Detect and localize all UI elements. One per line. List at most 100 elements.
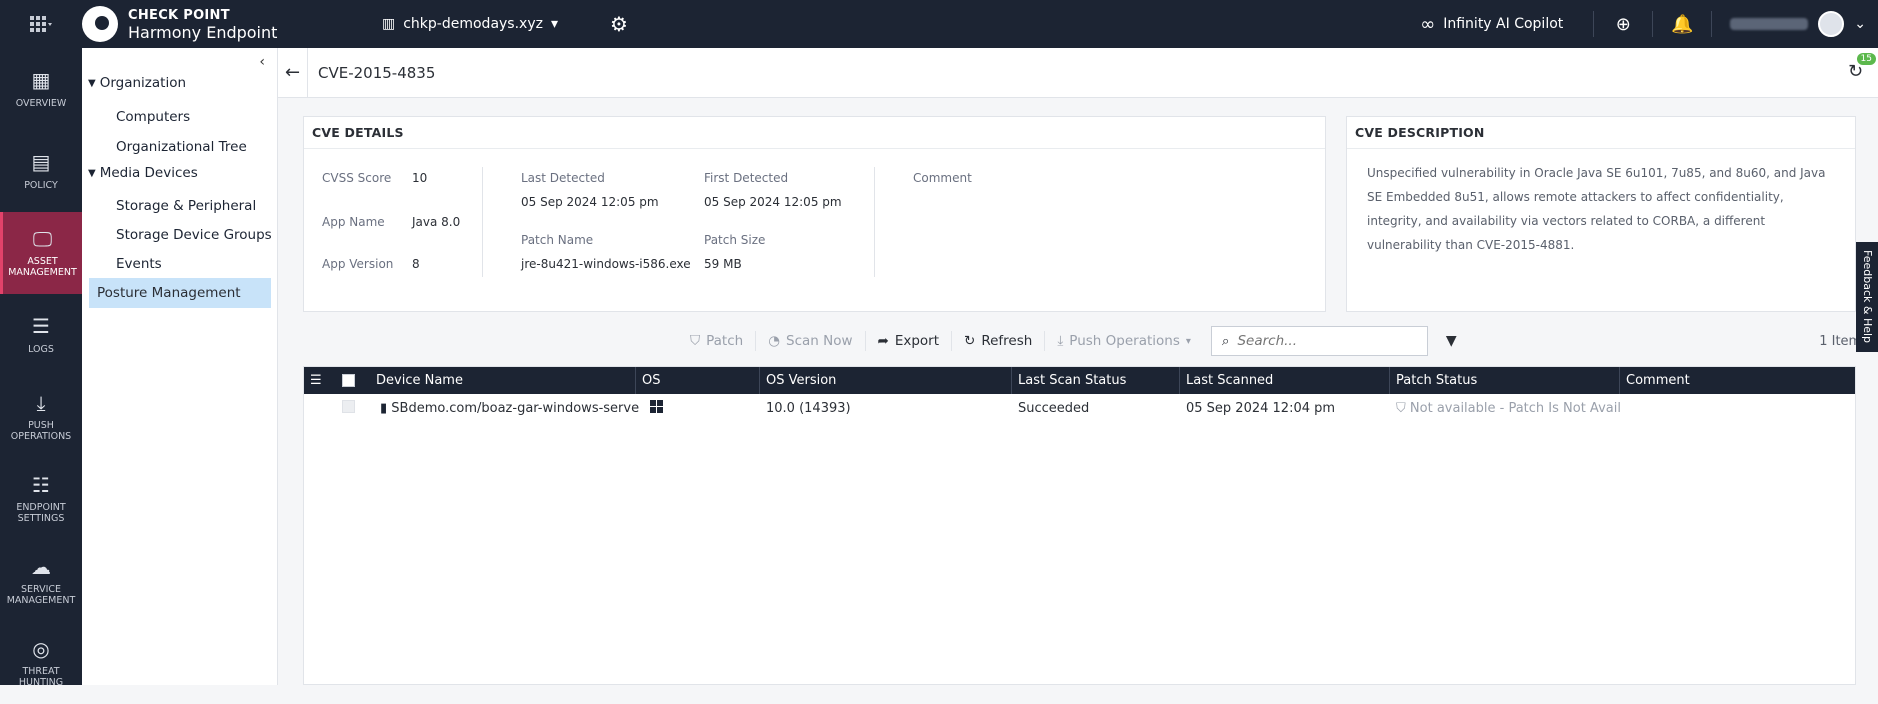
- cve-details-card: CVE DETAILS CVSS Score 10 App Name Java …: [303, 116, 1326, 312]
- os-version-cell: 10.0 (14393): [766, 401, 851, 416]
- patch-size-label: Patch Size: [704, 233, 766, 247]
- left-navigation-rail: ▦ OVERVIEW ▤ POLICY 🖵 ASSET MANAGEMENT ☰…: [0, 48, 82, 688]
- nav-label: SERVICE MANAGEMENT: [6, 584, 76, 606]
- download-icon: ⤓: [1057, 333, 1064, 349]
- column-menu-icon[interactable]: ☰: [304, 367, 334, 394]
- bookmark-icon: ▮: [380, 401, 388, 416]
- tree-item-computers[interactable]: Computers: [116, 109, 190, 125]
- nav-asset-management[interactable]: 🖵 ASSET MANAGEMENT: [0, 212, 82, 294]
- page-title: CVE-2015-4835: [318, 63, 436, 82]
- windows-icon: [644, 394, 768, 424]
- copilot-label: Infinity AI Copilot: [1443, 16, 1564, 32]
- cve-description-text: Unspecified vulnerability in Oracle Java…: [1367, 166, 1826, 252]
- user-menu[interactable]: ⌄: [1712, 11, 1878, 37]
- endpoint-settings-icon: ☷: [32, 472, 50, 497]
- search-box[interactable]: ⌕: [1210, 326, 1428, 356]
- asset-management-icon: 🖵: [32, 226, 53, 251]
- tree-item-organizational-tree[interactable]: Organizational Tree: [116, 139, 247, 155]
- patch-size-value: 59 MB: [704, 257, 742, 271]
- settings-gear-icon[interactable]: ⚙: [610, 12, 640, 36]
- app-version-value: 8: [412, 257, 420, 271]
- tasks-count-badge: 15: [1856, 52, 1876, 65]
- table-row[interactable]: ▮ SBdemo.com/boaz-gar-windows-server 10.…: [304, 394, 1855, 424]
- tree-label: Organization: [99, 75, 187, 91]
- table-header: ☰ Device Name OS OS Version Last Scan St…: [304, 367, 1855, 394]
- nav-logs[interactable]: ☰ LOGS: [0, 294, 82, 376]
- column-last-scanned[interactable]: Last Scanned: [1180, 367, 1390, 394]
- building-icon: ▥: [382, 16, 396, 32]
- collapse-panel-icon[interactable]: ‹: [259, 54, 265, 70]
- refresh-button[interactable]: ↻ Refresh: [952, 331, 1046, 351]
- app-launcher-icon[interactable]: [0, 0, 82, 48]
- select-all-checkbox[interactable]: [342, 374, 355, 387]
- tree-item-events[interactable]: Events: [116, 256, 162, 272]
- filter-icon[interactable]: ▼: [1446, 333, 1457, 349]
- overview-icon: ▦: [31, 68, 51, 92]
- expanded-caret-icon: ▼: [88, 167, 96, 179]
- export-button[interactable]: ➦ Export: [866, 331, 953, 351]
- tree-item-posture-management[interactable]: Posture Management: [89, 278, 271, 308]
- notifications-bell-icon[interactable]: 🔔: [1653, 14, 1711, 35]
- comment-cell: [1620, 394, 1856, 424]
- nav-threat-hunting[interactable]: ◎ THREAT HUNTING: [0, 622, 82, 704]
- tree-item-storage-device-groups[interactable]: Storage Device Groups: [116, 227, 272, 243]
- first-detected-label: First Detected: [704, 171, 789, 185]
- brand-logo: CHECK POINT Harmony Endpoint: [82, 6, 300, 42]
- patch-button[interactable]: ⛉ Patch: [678, 331, 757, 351]
- button-label: Refresh: [981, 333, 1033, 349]
- export-icon: ➦: [877, 333, 889, 349]
- feedback-help-tab[interactable]: Feedback & Help: [1856, 242, 1878, 352]
- button-label: Scan Now: [786, 333, 853, 349]
- button-label: Push Operations: [1069, 333, 1180, 349]
- back-arrow-icon[interactable]: ←: [278, 47, 308, 98]
- caret-down-icon: ▾: [550, 16, 558, 32]
- tree-item-storage-peripheral[interactable]: Storage & Peripheral: [116, 198, 256, 214]
- asset-tree-panel: ‹ ▼ Organization Computers Organizationa…: [82, 48, 278, 685]
- cve-details-title: CVE DETAILS: [304, 117, 1325, 149]
- cve-description-card: CVE DESCRIPTION Unspecified vulnerabilit…: [1346, 116, 1856, 312]
- copilot-button[interactable]: ∞ Infinity AI Copilot: [1390, 14, 1593, 35]
- devices-table: ☰ Device Name OS OS Version Last Scan St…: [303, 366, 1856, 685]
- caret-down-icon: ▾: [1185, 335, 1191, 347]
- column-os-version[interactable]: OS Version: [760, 367, 1012, 394]
- threat-hunting-icon: ◎: [32, 636, 50, 661]
- scan-now-button[interactable]: ◔ Scan Now: [756, 331, 866, 351]
- nav-push-operations[interactable]: ⤓ PUSH OPERATIONS: [0, 376, 82, 458]
- cvss-score-label: CVSS Score: [322, 171, 392, 185]
- brand-name: CHECK POINT: [128, 8, 230, 23]
- tree-group-organization[interactable]: ▼ Organization: [88, 75, 186, 91]
- cvss-score-value: 10: [412, 171, 428, 185]
- tenant-name: chkp-demodays.xyz: [403, 16, 543, 32]
- patch-status-text: Not available - Patch Is Not Availab: [1409, 401, 1620, 416]
- device-name: SBdemo.com/boaz-gar-windows-server: [391, 401, 640, 416]
- push-operations-button[interactable]: ⤓ Push Operations ▾: [1045, 331, 1203, 351]
- infinity-icon: ∞: [1420, 13, 1436, 35]
- tasks-icon[interactable]: ↻ 15: [1848, 52, 1876, 85]
- column-os[interactable]: OS: [636, 367, 760, 394]
- chevron-down-icon: ⌄: [1854, 16, 1866, 32]
- logs-icon: ☰: [32, 314, 50, 338]
- search-input[interactable]: [1237, 333, 1408, 349]
- tenant-selector[interactable]: ▥ chkp-demodays.xyz ▾: [382, 16, 610, 32]
- nav-label: POLICY: [24, 179, 58, 191]
- device-name-cell: ▮ SBdemo.com/boaz-gar-windows-server: [374, 394, 640, 424]
- column-last-scan-status[interactable]: Last Scan Status: [1012, 367, 1180, 394]
- nav-label: ENDPOINT SETTINGS: [16, 502, 66, 524]
- column-device-name[interactable]: Device Name: [370, 367, 636, 394]
- patch-name-value: jre-8u421-windows-i586.exe: [521, 257, 691, 271]
- column-comment[interactable]: Comment: [1620, 367, 1856, 394]
- nav-policy[interactable]: ▤ POLICY: [0, 130, 82, 212]
- first-detected-value: 05 Sep 2024 12:05 pm: [704, 195, 842, 209]
- column-patch-status[interactable]: Patch Status: [1390, 367, 1620, 394]
- nav-service-management[interactable]: ☁ SERVICE MANAGEMENT: [0, 540, 82, 622]
- nav-endpoint-settings[interactable]: ☷ ENDPOINT SETTINGS: [0, 458, 82, 540]
- check-point-logo-icon: [82, 6, 118, 42]
- service-management-icon: ☁: [31, 554, 51, 579]
- nav-overview[interactable]: ▦ OVERVIEW: [0, 48, 82, 130]
- help-lifebuoy-icon[interactable]: ⊕: [1594, 14, 1652, 35]
- row-checkbox[interactable]: [342, 400, 355, 413]
- refresh-icon: ↻: [964, 333, 976, 349]
- patch-name-label: Patch Name: [521, 233, 594, 247]
- tree-group-media-devices[interactable]: ▼ Media Devices: [88, 165, 198, 181]
- nav-label: OVERVIEW: [15, 97, 67, 109]
